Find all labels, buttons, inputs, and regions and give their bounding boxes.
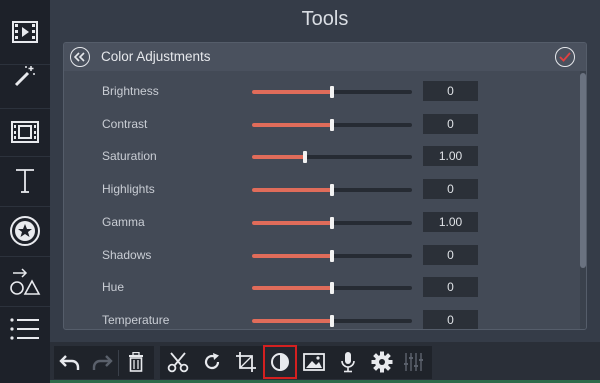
slider-handle[interactable] bbox=[330, 118, 334, 131]
slider-fill bbox=[252, 253, 332, 258]
tools-panel: Tools Color Adjustments Brightness 0 Contr… bbox=[50, 0, 600, 383]
rail-item-stickers[interactable] bbox=[0, 206, 50, 257]
text-icon bbox=[16, 169, 34, 193]
adjustment-label: Brightness bbox=[102, 84, 159, 98]
slider-handle[interactable] bbox=[330, 86, 334, 98]
sticker-icon bbox=[10, 216, 40, 246]
adjustment-label: Highlights bbox=[102, 182, 155, 197]
adjustment-row-gamma: Gamma 1.00 bbox=[64, 211, 574, 235]
rail-item-more[interactable] bbox=[0, 306, 50, 352]
saturation-slider[interactable] bbox=[252, 151, 412, 164]
scissors-icon bbox=[167, 352, 189, 373]
gamma-slider[interactable] bbox=[252, 216, 412, 229]
equalizer-icon bbox=[404, 353, 423, 371]
card-title: Color Adjustments bbox=[101, 49, 211, 64]
shadows-slider[interactable] bbox=[252, 249, 412, 262]
adjustment-row-brightness: Brightness 0 bbox=[64, 80, 574, 104]
slider-handle[interactable] bbox=[302, 151, 307, 164]
adjustment-label: Saturation bbox=[102, 149, 157, 164]
rail-item-transitions[interactable] bbox=[0, 108, 50, 157]
split-button[interactable] bbox=[162, 346, 194, 378]
slider-fill bbox=[252, 155, 305, 160]
trash-icon bbox=[129, 352, 143, 372]
gear-icon bbox=[371, 351, 393, 373]
undo-button[interactable] bbox=[54, 346, 86, 378]
adjustment-label: Shadows bbox=[102, 247, 152, 262]
scrollbar[interactable] bbox=[580, 71, 586, 329]
rotate-button[interactable] bbox=[196, 346, 228, 378]
adjustment-label: Temperature bbox=[102, 312, 170, 327]
microphone-icon bbox=[341, 352, 355, 373]
saturation-value-field[interactable]: 1.00 bbox=[423, 146, 478, 167]
rail-item-titles[interactable] bbox=[0, 156, 50, 207]
color-adjustments-card: Color Adjustments Brightness 0 Contrast 0 Sa… bbox=[63, 42, 587, 330]
film-clip-icon bbox=[11, 121, 39, 143]
brightness-value-field[interactable]: 0 bbox=[423, 81, 478, 101]
confirm-button[interactable] bbox=[555, 47, 575, 67]
adjustment-row-contrast: Contrast 0 bbox=[64, 113, 574, 137]
contrast-slider[interactable] bbox=[252, 118, 412, 131]
shadows-value-field[interactable]: 0 bbox=[423, 244, 478, 265]
double-chevron-left-icon bbox=[74, 52, 85, 62]
slider-fill bbox=[252, 90, 332, 94]
panel-title: Tools bbox=[301, 8, 349, 30]
toolbar-separator bbox=[118, 350, 119, 376]
list-icon bbox=[10, 318, 39, 340]
slider-fill bbox=[252, 188, 332, 193]
audio-mixer-button[interactable] bbox=[398, 346, 430, 378]
undo-icon bbox=[59, 355, 80, 370]
adjustment-label: Hue bbox=[102, 280, 125, 295]
contrast-value-field[interactable]: 0 bbox=[423, 113, 478, 134]
adjustment-row-hue: Hue 0 bbox=[64, 276, 574, 300]
adjustment-label: Gamma bbox=[102, 214, 145, 229]
checkmark-icon bbox=[559, 52, 571, 62]
adjustment-row-temperature: Temperature 0 bbox=[64, 309, 574, 329]
hue-slider[interactable] bbox=[252, 282, 412, 295]
adjustment-row-shadows: Shadows 0 bbox=[64, 244, 574, 268]
brightness-slider[interactable] bbox=[252, 86, 412, 98]
slider-handle[interactable] bbox=[330, 249, 334, 262]
gamma-value-field[interactable]: 1.00 bbox=[423, 211, 478, 232]
redo-button[interactable] bbox=[86, 346, 118, 378]
highlights-slider[interactable] bbox=[252, 184, 412, 197]
crop-icon bbox=[236, 352, 256, 372]
magic-wand-icon bbox=[14, 66, 35, 87]
slider-fill bbox=[252, 122, 332, 127]
temperature-value-field[interactable]: 0 bbox=[423, 309, 478, 329]
temperature-slider[interactable] bbox=[252, 314, 412, 327]
card-header: Color Adjustments bbox=[64, 43, 586, 71]
color-adjust-icon bbox=[271, 353, 289, 371]
voiceover-button[interactable] bbox=[332, 346, 364, 378]
media-icon bbox=[12, 21, 38, 43]
shapes-icon bbox=[10, 268, 41, 295]
hue-value-field[interactable]: 0 bbox=[423, 277, 478, 298]
adjustment-label: Contrast bbox=[102, 116, 148, 131]
slider-handle[interactable] bbox=[330, 282, 334, 295]
left-tool-rail bbox=[0, 0, 50, 383]
crop-button[interactable] bbox=[230, 346, 262, 378]
adjustment-row-saturation: Saturation 1.00 bbox=[64, 145, 574, 169]
color-adjust-button[interactable] bbox=[263, 345, 297, 379]
bottom-toolbar bbox=[50, 342, 600, 383]
image-icon bbox=[303, 353, 325, 371]
adjustment-row-highlights: Highlights 0 bbox=[64, 178, 574, 202]
rail-item-shapes[interactable] bbox=[0, 256, 50, 307]
slider-fill bbox=[252, 286, 332, 291]
rail-item-effects[interactable] bbox=[0, 44, 50, 109]
highlights-value-field[interactable]: 0 bbox=[423, 179, 478, 200]
scrollbar-thumb[interactable] bbox=[580, 73, 586, 268]
back-button[interactable] bbox=[70, 47, 90, 67]
slider-handle[interactable] bbox=[330, 216, 334, 229]
redo-icon bbox=[92, 355, 113, 370]
rotate-icon bbox=[204, 353, 220, 370]
slider-fill bbox=[252, 318, 332, 323]
slider-fill bbox=[252, 220, 332, 225]
settings-button[interactable] bbox=[366, 346, 398, 378]
slider-handle[interactable] bbox=[330, 184, 334, 197]
delete-button[interactable] bbox=[120, 346, 152, 378]
image-button[interactable] bbox=[298, 346, 330, 378]
slider-handle[interactable] bbox=[330, 314, 334, 327]
